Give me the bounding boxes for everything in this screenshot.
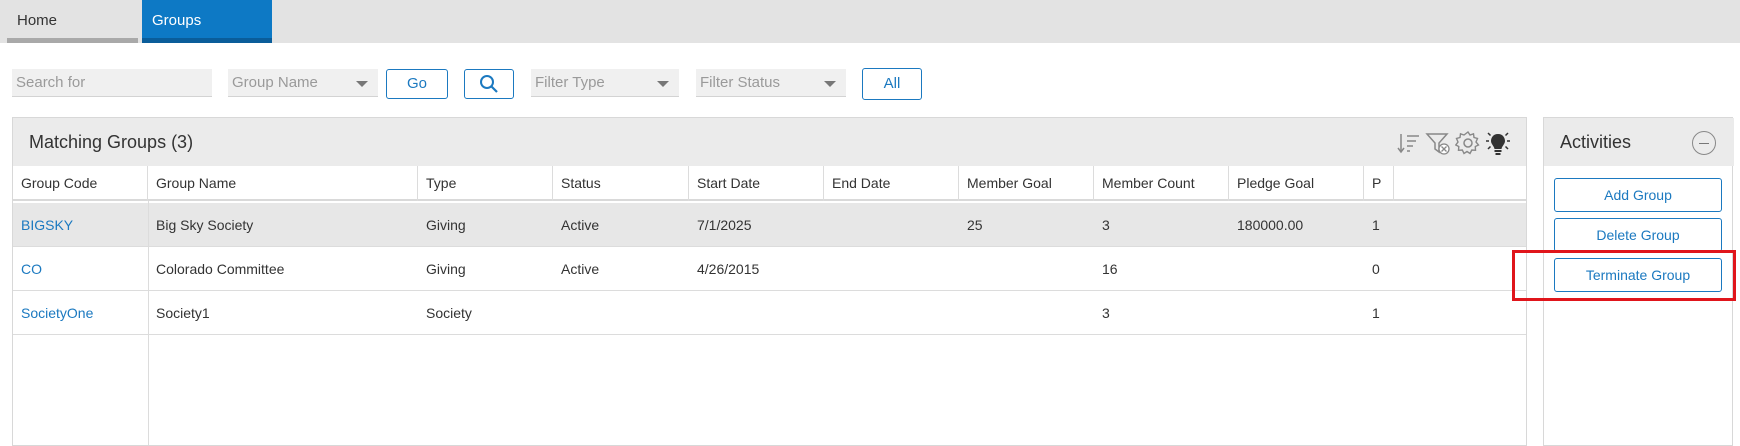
cell-group-name: Colorado Committee xyxy=(156,261,285,277)
cell-p: 0 xyxy=(1372,261,1380,277)
top-tab-bar: Home Groups xyxy=(0,0,1740,43)
search-button[interactable] xyxy=(464,69,514,99)
cell-p: 1 xyxy=(1372,217,1380,233)
table-row[interactable]: SocietyOne Society1 Society 3 1 xyxy=(13,291,1526,335)
cell-type: Giving xyxy=(426,261,466,277)
search-input[interactable] xyxy=(16,74,208,91)
filter-type-value: Filter Type xyxy=(535,74,605,91)
col-header-group-code[interactable]: Group Code xyxy=(13,166,148,201)
col-header-p[interactable]: P xyxy=(1364,166,1394,201)
clear-filter-icon[interactable] xyxy=(1425,130,1451,156)
tab-groups[interactable]: Groups xyxy=(142,0,272,43)
col-header-type[interactable]: Type xyxy=(418,166,553,201)
table-row[interactable]: BIGSKY Big Sky Society Giving Active 7/1/202… xyxy=(13,203,1526,247)
col-header-member-goal[interactable]: Member Goal xyxy=(959,166,1094,201)
chevron-down-icon xyxy=(824,81,836,87)
cell-member-goal: 25 xyxy=(967,217,983,233)
cell-group-name: Big Sky Society xyxy=(156,217,254,233)
cell-type: Giving xyxy=(426,217,466,233)
column-divider xyxy=(148,201,149,445)
cell-member-count: 3 xyxy=(1102,305,1110,321)
delete-group-button[interactable]: Delete Group xyxy=(1554,218,1722,252)
search-field[interactable] xyxy=(12,69,212,97)
panel-title: Matching Groups (3) xyxy=(29,132,194,152)
lightbulb-icon[interactable] xyxy=(1485,130,1511,156)
table-row[interactable]: CO Colorado Committee Giving Active 4/26/201… xyxy=(13,247,1526,291)
add-group-button[interactable]: Add Group xyxy=(1554,178,1722,212)
cell-pledge-goal: 180000.00 xyxy=(1237,217,1304,233)
cell-member-goal xyxy=(959,291,1094,335)
cell-pledge-goal xyxy=(1229,247,1364,291)
cell-start-date: 7/1/2025 xyxy=(697,217,752,233)
col-header-end-date[interactable]: End Date xyxy=(824,166,959,201)
collapse-icon[interactable] xyxy=(1692,131,1716,155)
cell-member-count: 16 xyxy=(1102,261,1118,277)
col-header-group-name[interactable]: Group Name xyxy=(148,166,418,201)
cell-status xyxy=(553,291,689,335)
cell-status: Active xyxy=(561,261,600,277)
group-code-link[interactable]: SocietyOne xyxy=(13,291,148,335)
activities-title: Activities xyxy=(1560,132,1632,152)
matching-groups-panel: Matching Groups (3) Group Code Group Nam… xyxy=(12,117,1527,446)
cell-p: 1 xyxy=(1372,305,1380,321)
cell-end-date xyxy=(824,203,959,247)
chevron-down-icon xyxy=(356,81,368,87)
filter-status-dropdown[interactable]: Filter Status xyxy=(696,69,846,97)
table-header-row: Group Code Group Name Type Status Start Date… xyxy=(13,166,1526,201)
cell-group-name: Society1 xyxy=(156,305,210,321)
field-select-dropdown[interactable]: Group Name xyxy=(228,69,378,97)
col-header-member-count[interactable]: Member Count xyxy=(1094,166,1229,201)
cell-status: Active xyxy=(561,217,600,233)
panel-header: Matching Groups (3) xyxy=(13,118,1526,166)
highlight-box xyxy=(1512,250,1736,301)
cell-member-goal xyxy=(959,247,1094,291)
activities-header: Activities xyxy=(1544,118,1734,166)
cell-pledge-goal xyxy=(1229,291,1364,335)
group-code-link[interactable]: CO xyxy=(13,247,148,291)
cell-member-count: 3 xyxy=(1102,217,1110,233)
field-select-value: Group Name xyxy=(232,74,318,91)
cell-end-date xyxy=(824,291,959,335)
chevron-down-icon xyxy=(657,81,669,87)
col-header-start-date[interactable]: Start Date xyxy=(689,166,824,201)
go-button[interactable]: Go xyxy=(386,69,448,99)
sort-icon[interactable] xyxy=(1396,130,1422,156)
filter-status-value: Filter Status xyxy=(700,74,781,91)
filter-type-dropdown[interactable]: Filter Type xyxy=(531,69,679,97)
col-header-pledge-goal[interactable]: Pledge Goal xyxy=(1229,166,1364,201)
tab-home[interactable]: Home xyxy=(7,0,138,43)
cell-type: Society xyxy=(426,305,472,321)
all-button[interactable]: All xyxy=(862,68,922,100)
cell-start-date xyxy=(689,291,824,335)
group-code-link[interactable]: BIGSKY xyxy=(13,203,148,247)
gear-icon[interactable] xyxy=(1455,130,1481,156)
cell-start-date: 4/26/2015 xyxy=(697,261,760,277)
col-header-status[interactable]: Status xyxy=(553,166,689,201)
cell-end-date xyxy=(824,247,959,291)
search-icon xyxy=(480,75,498,93)
